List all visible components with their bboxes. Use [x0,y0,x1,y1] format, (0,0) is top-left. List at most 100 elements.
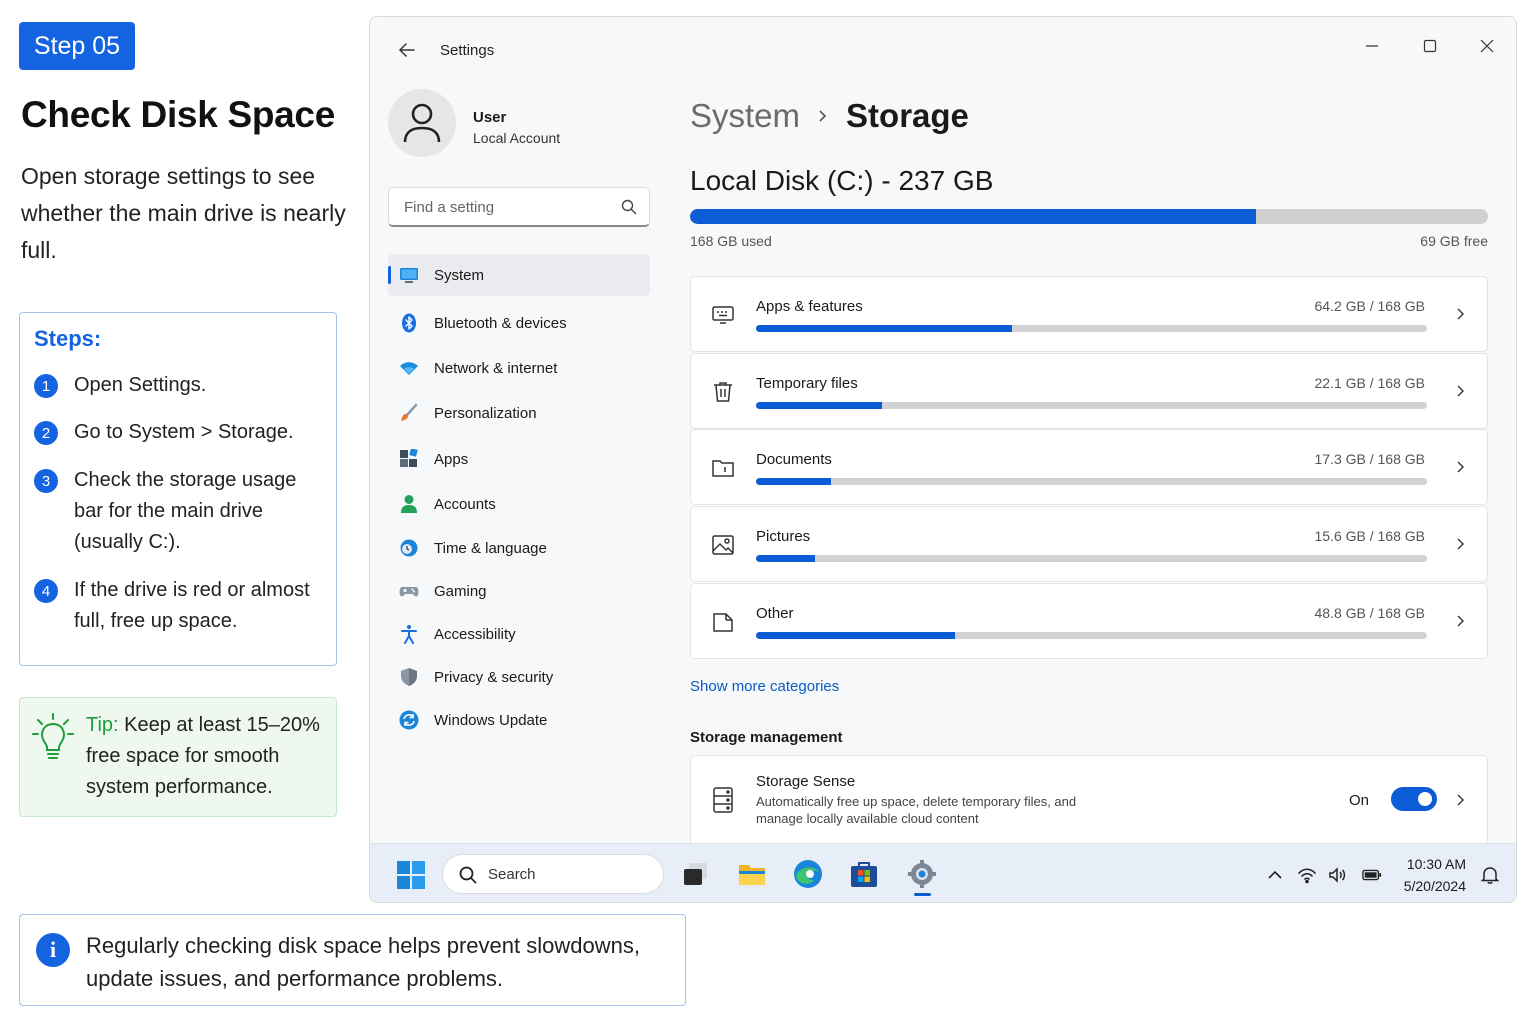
guide-description: Open storage settings to see whether the… [21,163,346,263]
show-more-categories-link[interactable]: Show more categories [690,678,839,695]
category-size: 22.1 GB / 168 GB [1314,375,1425,391]
image-icon [712,535,734,555]
disk-used-label: 168 GB used [690,233,772,249]
breadcrumb-parent[interactable]: System [690,97,800,135]
nav-label: Bluetooth & devices [434,314,567,332]
maximize-icon [1423,39,1437,53]
nav-item-accounts[interactable]: Accounts [388,483,650,525]
user-account-type: Local Account [473,130,561,146]
storage-sense-toggle[interactable] [1391,787,1437,811]
gamepad-icon [399,587,419,597]
category-temporary-files[interactable]: Temporary files 22.1 GB / 168 GB [690,353,1488,429]
category-other[interactable]: Other 48.8 GB / 168 GB [690,583,1488,659]
nav-item-privacy[interactable]: Privacy & security [388,656,650,698]
accessibility-icon [401,625,417,644]
step-text: Check the storage usage bar for the main… [74,469,297,553]
volume-icon[interactable] [1328,865,1348,885]
step-text: If the drive is red or almost full, free… [74,579,310,632]
file-explorer-icon[interactable] [736,858,768,890]
info-text: Regularly checking disk space helps prev… [86,933,640,991]
search-icon [459,866,477,884]
storage-sense-card[interactable]: Storage Sense Automatically free up spac… [690,755,1488,845]
nav-item-accessibility[interactable]: Accessibility [388,613,650,655]
storage-sense-name: Storage Sense [756,773,856,790]
clock-date[interactable]: 5/20/2024 [1390,878,1466,894]
task-view-icon[interactable] [680,858,712,890]
disk-free-label: 69 GB free [1420,233,1488,249]
nav-label: Network & internet [434,359,558,377]
wifi-icon[interactable] [1297,865,1317,885]
category-size: 64.2 GB / 168 GB [1314,298,1425,314]
person-icon [401,495,417,513]
nav-item-personalization[interactable]: Personalization [388,392,650,434]
category-usage-bar [756,325,1427,332]
shield-icon [401,668,417,686]
category-size: 17.3 GB / 168 GB [1314,451,1425,467]
category-pictures[interactable]: Pictures 15.6 GB / 168 GB [690,506,1488,582]
category-name: Temporary files [756,375,858,392]
monitor-icon [400,268,418,283]
category-usage-bar [756,402,1427,409]
nav-item-gaming[interactable]: Gaming [388,570,650,612]
back-arrow-icon[interactable] [395,39,417,61]
settings-content: Settings User Local Account Find a setti… [370,17,1516,845]
apps-icon [400,449,418,467]
close-icon [1480,39,1494,53]
info-box: i Regularly checking disk space helps pr… [19,914,686,1006]
nav-item-network[interactable]: Network & internet [388,347,650,389]
step-text: Open Settings. [74,374,207,396]
close-button[interactable] [1472,31,1502,61]
category-size: 15.6 GB / 168 GB [1314,528,1425,544]
search-icon [621,199,637,215]
clock-time[interactable]: 10:30 AM [1390,856,1466,872]
category-name: Documents [756,451,832,468]
minimize-button[interactable] [1357,31,1387,61]
tip-box: Tip: Keep at least 15–20% free space for… [19,697,337,817]
nav-item-bluetooth[interactable]: Bluetooth & devices [388,302,650,344]
folder-icon [712,460,734,477]
nav-label: Gaming [434,582,487,600]
step-number: 2 [34,421,58,445]
category-documents[interactable]: Documents 17.3 GB / 168 GB [690,429,1488,505]
chevron-up-icon[interactable] [1265,865,1285,885]
nav-item-apps[interactable]: Apps [388,438,650,480]
disk-usage-bar [690,209,1488,224]
step-item: 4 If the drive is red or almost full, fr… [34,575,324,637]
notification-bell-icon[interactable] [1480,865,1500,885]
update-icon [399,710,419,730]
apps-features-icon [712,306,734,324]
windows-start-icon[interactable] [397,861,425,889]
nav-label: Personalization [434,404,537,422]
maximize-button[interactable] [1415,31,1445,61]
storage-sense-state: On [1349,792,1370,809]
nav-label: Accounts [434,495,496,513]
category-usage-fill [756,325,1013,332]
category-usage-fill [756,478,832,485]
nav-label: Windows Update [434,711,548,729]
step-number: 1 [34,374,58,398]
chevron-right-icon [1457,615,1464,627]
nav-label: Accessibility [434,625,516,643]
lightbulb-icon [32,713,74,759]
settings-window: Settings User Local Account Find a setti… [369,16,1517,903]
chevron-right-icon [819,110,827,122]
nav-item-windows-update[interactable]: Windows Update [388,699,650,741]
category-apps-features[interactable]: Apps & features 64.2 GB / 168 GB [690,276,1488,352]
disk-usage-fill [690,209,1256,224]
settings-gear-icon[interactable] [906,858,938,890]
avatar[interactable] [388,89,456,157]
nav-label: System [434,266,485,284]
edge-browser-icon[interactable] [792,858,824,890]
settings-search-input[interactable]: Find a setting [388,187,650,227]
microsoft-store-icon[interactable] [848,858,880,890]
taskbar-search-label: Search [488,866,536,883]
battery-icon[interactable] [1362,865,1382,885]
nav-item-time-language[interactable]: Time & language [388,527,650,569]
taskbar-search[interactable]: Search [442,854,664,894]
category-usage-fill [756,632,955,639]
category-name: Other [756,605,794,622]
nav-item-system[interactable]: System [388,254,650,296]
globe-clock-icon [400,539,418,557]
toggle-knob [1418,792,1432,806]
chevron-right-icon [1457,461,1464,473]
